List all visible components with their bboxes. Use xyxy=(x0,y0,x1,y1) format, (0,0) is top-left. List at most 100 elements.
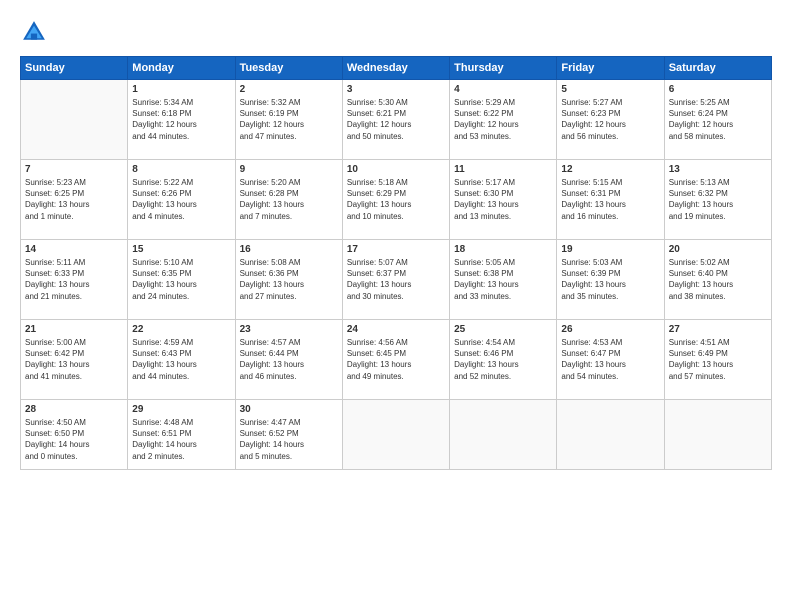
calendar-cell: 18Sunrise: 5:05 AMSunset: 6:38 PMDayligh… xyxy=(450,240,557,320)
calendar-cell: 10 Sunrise: 5:18 AMSunset: 6:29 PMDayligh… xyxy=(342,160,449,240)
calendar-cell: 5 Sunrise: 5:27 AMSunset: 6:23 PMDaylight… xyxy=(557,80,664,160)
calendar-cell: 26 Sunrise: 4:53 AMSunset: 6:47 PMDayligh… xyxy=(557,320,664,400)
calendar-cell xyxy=(664,400,771,470)
calendar-cell: 7 Sunrise: 5:23 AMSunset: 6:25 PMDaylight… xyxy=(21,160,128,240)
calendar-cell: 2 Sunrise: 5:32 AMSunset: 6:19 PMDaylight… xyxy=(235,80,342,160)
day-info: Sunrise: 5:34 AMSunset: 6:18 PMDaylight:… xyxy=(132,97,230,142)
day-number: 7 xyxy=(25,164,123,175)
day-info: Sunrise: 5:29 AMSunset: 6:22 PMDaylight:… xyxy=(454,97,552,142)
header-day-wednesday: Wednesday xyxy=(342,57,449,80)
calendar-cell: 17Sunrise: 5:07 AMSunset: 6:37 PMDayligh… xyxy=(342,240,449,320)
header-day-monday: Monday xyxy=(128,57,235,80)
day-info: Sunrise: 5:17 AMSunset: 6:30 PMDaylight:… xyxy=(454,177,552,222)
day-info: Sunrise: 5:25 AMSunset: 6:24 PMDaylight:… xyxy=(669,97,767,142)
calendar-cell: 22 Sunrise: 4:59 AMSunset: 6:43 PMDayligh… xyxy=(128,320,235,400)
header xyxy=(20,18,772,46)
calendar-cell: 11 Sunrise: 5:17 AMSunset: 6:30 PMDayligh… xyxy=(450,160,557,240)
day-number: 21 xyxy=(25,324,123,335)
day-info: Sunrise: 5:22 AMSunset: 6:26 PMDaylight:… xyxy=(132,177,230,222)
day-number: 19 xyxy=(561,244,659,255)
day-info: Sunrise: 5:10 AMSunset: 6:35 PMDaylight:… xyxy=(132,257,230,302)
calendar-cell: 27 Sunrise: 4:51 AMSunset: 6:49 PMDayligh… xyxy=(664,320,771,400)
page: SundayMondayTuesdayWednesdayThursdayFrid… xyxy=(0,0,792,612)
calendar-cell: 3 Sunrise: 5:30 AMSunset: 6:21 PMDaylight… xyxy=(342,80,449,160)
day-info: Sunrise: 5:00 AMSunset: 6:42 PMDaylight:… xyxy=(25,337,123,382)
calendar-cell: 30Sunrise: 4:47 AMSunset: 6:52 PMDayligh… xyxy=(235,400,342,470)
calendar-cell: 6 Sunrise: 5:25 AMSunset: 6:24 PMDaylight… xyxy=(664,80,771,160)
calendar-table: SundayMondayTuesdayWednesdayThursdayFrid… xyxy=(20,56,772,470)
day-number: 30 xyxy=(240,404,338,415)
calendar-cell: 9Sunrise: 5:20 AMSunset: 6:28 PMDaylight… xyxy=(235,160,342,240)
calendar-header: SundayMondayTuesdayWednesdayThursdayFrid… xyxy=(21,57,772,80)
header-day-thursday: Thursday xyxy=(450,57,557,80)
week-row-1: 7 Sunrise: 5:23 AMSunset: 6:25 PMDaylight… xyxy=(21,160,772,240)
calendar-cell: 16 Sunrise: 5:08 AMSunset: 6:36 PMDayligh… xyxy=(235,240,342,320)
day-number: 10 xyxy=(347,164,445,175)
day-info: Sunrise: 5:15 AMSunset: 6:31 PMDaylight:… xyxy=(561,177,659,222)
calendar-cell: 14 Sunrise: 5:11 AMSunset: 6:33 PMDayligh… xyxy=(21,240,128,320)
calendar-cell: 13Sunrise: 5:13 AMSunset: 6:32 PMDayligh… xyxy=(664,160,771,240)
calendar-cell: 8 Sunrise: 5:22 AMSunset: 6:26 PMDaylight… xyxy=(128,160,235,240)
day-info: Sunrise: 5:27 AMSunset: 6:23 PMDaylight:… xyxy=(561,97,659,142)
day-number: 11 xyxy=(454,164,552,175)
day-number: 12 xyxy=(561,164,659,175)
day-info: Sunrise: 4:51 AMSunset: 6:49 PMDaylight:… xyxy=(669,337,767,382)
header-row: SundayMondayTuesdayWednesdayThursdayFrid… xyxy=(21,57,772,80)
calendar-body: 1 Sunrise: 5:34 AMSunset: 6:18 PMDaylight… xyxy=(21,80,772,470)
day-number: 6 xyxy=(669,84,767,95)
day-number: 3 xyxy=(347,84,445,95)
calendar-cell: 4Sunrise: 5:29 AMSunset: 6:22 PMDaylight… xyxy=(450,80,557,160)
day-info: Sunrise: 5:18 AMSunset: 6:29 PMDaylight:… xyxy=(347,177,445,222)
day-number: 2 xyxy=(240,84,338,95)
calendar-cell: 28 Sunrise: 4:50 AMSunset: 6:50 PMDayligh… xyxy=(21,400,128,470)
day-number: 24 xyxy=(347,324,445,335)
day-info: Sunrise: 4:56 AMSunset: 6:45 PMDaylight:… xyxy=(347,337,445,382)
week-row-0: 1 Sunrise: 5:34 AMSunset: 6:18 PMDaylight… xyxy=(21,80,772,160)
day-info: Sunrise: 4:53 AMSunset: 6:47 PMDaylight:… xyxy=(561,337,659,382)
week-row-4: 28 Sunrise: 4:50 AMSunset: 6:50 PMDayligh… xyxy=(21,400,772,470)
day-info: Sunrise: 4:54 AMSunset: 6:46 PMDaylight:… xyxy=(454,337,552,382)
day-number: 23 xyxy=(240,324,338,335)
day-number: 5 xyxy=(561,84,659,95)
calendar-cell: 12 Sunrise: 5:15 AMSunset: 6:31 PMDayligh… xyxy=(557,160,664,240)
day-number: 20 xyxy=(669,244,767,255)
day-info: Sunrise: 4:57 AMSunset: 6:44 PMDaylight:… xyxy=(240,337,338,382)
calendar-cell: 15Sunrise: 5:10 AMSunset: 6:35 PMDayligh… xyxy=(128,240,235,320)
day-number: 26 xyxy=(561,324,659,335)
calendar-cell: 23 Sunrise: 4:57 AMSunset: 6:44 PMDayligh… xyxy=(235,320,342,400)
day-info: Sunrise: 5:23 AMSunset: 6:25 PMDaylight:… xyxy=(25,177,123,222)
day-number: 1 xyxy=(132,84,230,95)
calendar-cell xyxy=(450,400,557,470)
day-number: 9 xyxy=(240,164,338,175)
calendar-cell: 21 Sunrise: 5:00 AMSunset: 6:42 PMDayligh… xyxy=(21,320,128,400)
calendar-cell xyxy=(557,400,664,470)
day-number: 14 xyxy=(25,244,123,255)
day-info: Sunrise: 5:03 AMSunset: 6:39 PMDaylight:… xyxy=(561,257,659,302)
day-info: Sunrise: 5:32 AMSunset: 6:19 PMDaylight:… xyxy=(240,97,338,142)
day-number: 8 xyxy=(132,164,230,175)
calendar-cell: 1 Sunrise: 5:34 AMSunset: 6:18 PMDaylight… xyxy=(128,80,235,160)
calendar-cell xyxy=(342,400,449,470)
calendar-cell: 19 Sunrise: 5:03 AMSunset: 6:39 PMDayligh… xyxy=(557,240,664,320)
calendar-cell: 24 Sunrise: 4:56 AMSunset: 6:45 PMDayligh… xyxy=(342,320,449,400)
day-info: Sunrise: 5:11 AMSunset: 6:33 PMDaylight:… xyxy=(25,257,123,302)
header-day-friday: Friday xyxy=(557,57,664,80)
day-info: Sunrise: 4:50 AMSunset: 6:50 PMDaylight:… xyxy=(25,417,123,462)
logo-icon xyxy=(20,18,48,46)
day-info: Sunrise: 5:07 AMSunset: 6:37 PMDaylight:… xyxy=(347,257,445,302)
day-number: 27 xyxy=(669,324,767,335)
calendar-cell: 20 Sunrise: 5:02 AMSunset: 6:40 PMDayligh… xyxy=(664,240,771,320)
day-number: 22 xyxy=(132,324,230,335)
header-day-saturday: Saturday xyxy=(664,57,771,80)
day-info: Sunrise: 4:48 AMSunset: 6:51 PMDaylight:… xyxy=(132,417,230,462)
header-day-tuesday: Tuesday xyxy=(235,57,342,80)
header-day-sunday: Sunday xyxy=(21,57,128,80)
day-info: Sunrise: 5:05 AMSunset: 6:38 PMDaylight:… xyxy=(454,257,552,302)
day-info: Sunrise: 5:30 AMSunset: 6:21 PMDaylight:… xyxy=(347,97,445,142)
day-number: 16 xyxy=(240,244,338,255)
calendar-cell: 29Sunrise: 4:48 AMSunset: 6:51 PMDayligh… xyxy=(128,400,235,470)
day-info: Sunrise: 4:59 AMSunset: 6:43 PMDaylight:… xyxy=(132,337,230,382)
day-number: 28 xyxy=(25,404,123,415)
day-info: Sunrise: 5:08 AMSunset: 6:36 PMDaylight:… xyxy=(240,257,338,302)
day-info: Sunrise: 5:02 AMSunset: 6:40 PMDaylight:… xyxy=(669,257,767,302)
